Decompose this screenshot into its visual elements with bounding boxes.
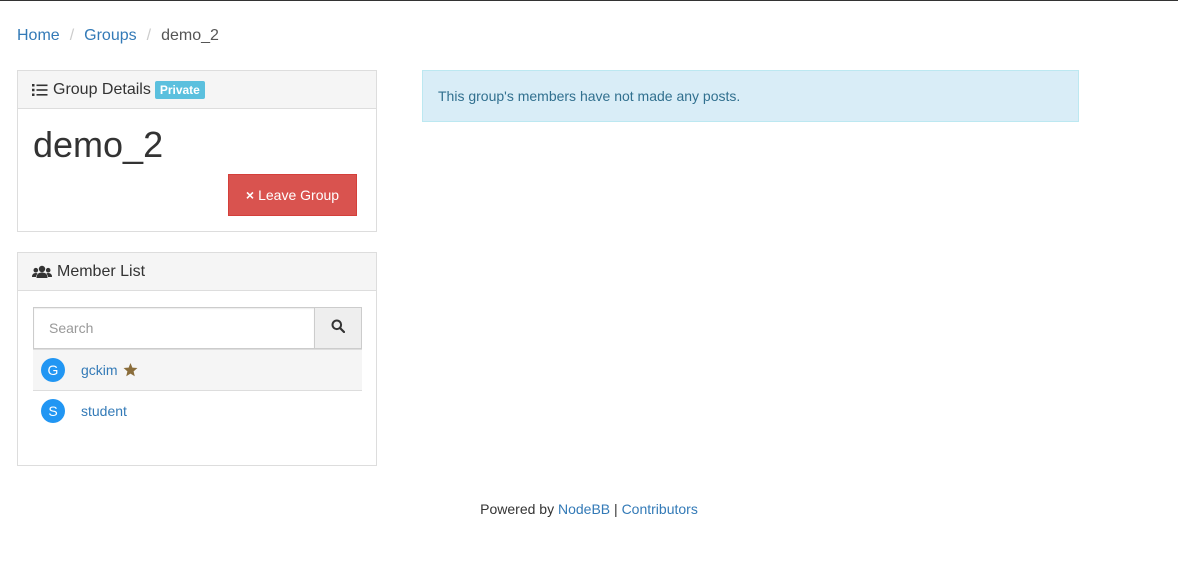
breadcrumb-current: demo_2 (161, 27, 219, 44)
group-details-title: Group Details (53, 80, 151, 98)
avatar[interactable]: S (41, 399, 65, 423)
search-icon (331, 319, 346, 338)
list-icon (32, 83, 48, 97)
member-search (33, 307, 362, 349)
avatar[interactable]: G (41, 358, 65, 382)
group-details-panel: Group Details Private demo_2 × Leave Gro… (17, 70, 377, 232)
breadcrumb-groups[interactable]: Groups (84, 26, 136, 46)
users-icon (32, 265, 52, 279)
footer-contributors-link[interactable]: Contributors (622, 501, 698, 517)
group-details-heading: Group Details Private (18, 71, 376, 109)
list-item: G gckim (33, 349, 362, 390)
close-icon: × (245, 187, 255, 203)
footer-nodebb-link[interactable]: NodeBB (558, 501, 610, 517)
member-list: G gckim S student (33, 349, 362, 431)
member-list-panel: Member List G gckim S student (17, 252, 377, 466)
member-list-heading: Member List (18, 253, 376, 291)
footer-separator: | (614, 501, 618, 517)
search-input[interactable] (33, 307, 314, 349)
no-posts-alert: This group's members have not made any p… (422, 70, 1079, 122)
member-name[interactable]: student (81, 403, 127, 419)
search-button[interactable] (314, 307, 362, 349)
breadcrumb-separator: / (146, 27, 152, 44)
member-name[interactable]: gckim (81, 362, 118, 378)
star-icon (123, 363, 138, 377)
list-item: S student (33, 390, 362, 431)
private-badge: Private (154, 80, 205, 99)
breadcrumb: Home / Groups / demo_2 (17, 26, 219, 46)
breadcrumb-separator: / (69, 27, 75, 44)
footer: Powered by NodeBB | Contributors (0, 501, 1178, 517)
leave-group-button[interactable]: × Leave Group (228, 174, 357, 216)
breadcrumb-home[interactable]: Home (17, 26, 60, 46)
top-border (0, 0, 1178, 1)
alert-text: This group's members have not made any p… (438, 88, 741, 104)
footer-powered-by: Powered by (480, 501, 555, 517)
group-name: demo_2 (33, 124, 164, 165)
leave-group-label: Leave Group (258, 187, 340, 203)
member-list-title: Member List (57, 262, 146, 280)
